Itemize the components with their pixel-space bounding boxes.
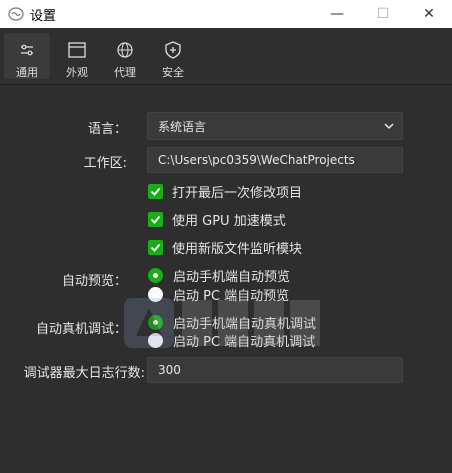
language-value: 系统语言 [158,119,207,134]
title-bar: 设置 — ☐ ✕ [0,0,452,28]
checkbox-checked-icon[interactable] [148,211,163,227]
radio-unselected-icon[interactable] [148,286,163,302]
radio-realdebug-pc[interactable]: 启动 PC 端自动真机调试 [148,331,316,350]
checkbox-label: 打开最后一次修改项目 [172,185,303,201]
workdir-input[interactable]: C:\Users\pc0359\WeChatProjects [147,147,403,173]
checkbox-gpu-acceleration[interactable]: 使用 GPU 加速模式 [148,210,286,229]
radio-label: 启动 PC 端自动真机调试 [173,334,316,350]
tab-security[interactable]: 安全 [150,33,196,79]
checkbox-open-last-project[interactable]: 打开最后一次修改项目 [148,182,303,201]
radio-unselected-icon[interactable] [148,332,163,348]
maximize-button[interactable]: ☐ [360,0,406,28]
checkbox-checked-icon[interactable] [148,239,163,255]
radio-selected-icon[interactable] [148,267,163,283]
window-title: 设置 [30,9,57,24]
tab-general-label: 通用 [16,66,38,79]
minimize-button[interactable]: — [314,0,360,28]
maximize-icon: ☐ [376,6,390,22]
close-icon: ✕ [423,6,435,22]
tab-general[interactable]: 通用 [4,33,50,79]
radio-label: 启动手机端自动预览 [173,269,291,285]
window-icon [68,42,86,58]
tab-appearance-label: 外观 [66,66,88,79]
tab-proxy[interactable]: 代理 [102,33,148,79]
wechat-devtools-icon [8,7,24,21]
radio-preview-pc[interactable]: 启动 PC 端自动预览 [148,285,290,304]
auto-realdebug-label: 自动真机调试： [35,322,127,337]
checkbox-label: 使用 GPU 加速模式 [172,213,286,229]
tab-proxy-label: 代理 [114,66,136,79]
chevron-down-icon [384,123,394,130]
general-settings-panel: 语言： 系统语言 工作区: C:\Users\pc0359\WeChatProj… [0,85,452,473]
checkbox-label: 使用新版文件监听模块 [172,241,303,257]
max-log-lines-input[interactable]: 300 [147,357,403,383]
radio-realdebug-mobile[interactable]: 启动手机端自动真机调试 [148,313,317,332]
language-label: 语言： [87,122,127,137]
max-log-lines-label: 调试器最大日志行数: [23,366,145,381]
radio-preview-mobile[interactable]: 启动手机端自动预览 [148,266,291,285]
radio-label: 启动手机端自动真机调试 [173,316,317,332]
sliders-icon [21,44,33,56]
tab-security-label: 安全 [162,66,184,79]
globe-icon [117,42,133,58]
minimize-icon: — [330,6,344,22]
language-select[interactable]: 系统语言 [147,112,403,140]
auto-preview-label: 自动预览： [61,274,127,289]
workdir-value: C:\Users\pc0359\WeChatProjects [158,153,355,167]
max-log-lines-value: 300 [158,363,181,377]
checkbox-new-file-watcher[interactable]: 使用新版文件监听模块 [148,238,303,257]
tab-appearance[interactable]: 外观 [54,33,100,79]
settings-toolbar: 通用 外观 代理 安全 [0,28,452,84]
shield-icon [165,41,181,59]
checkbox-checked-icon[interactable] [148,183,163,199]
radio-label: 启动 PC 端自动预览 [173,288,290,304]
radio-selected-icon[interactable] [148,314,163,330]
workdir-label: 工作区: [83,156,127,171]
close-button[interactable]: ✕ [406,0,452,28]
